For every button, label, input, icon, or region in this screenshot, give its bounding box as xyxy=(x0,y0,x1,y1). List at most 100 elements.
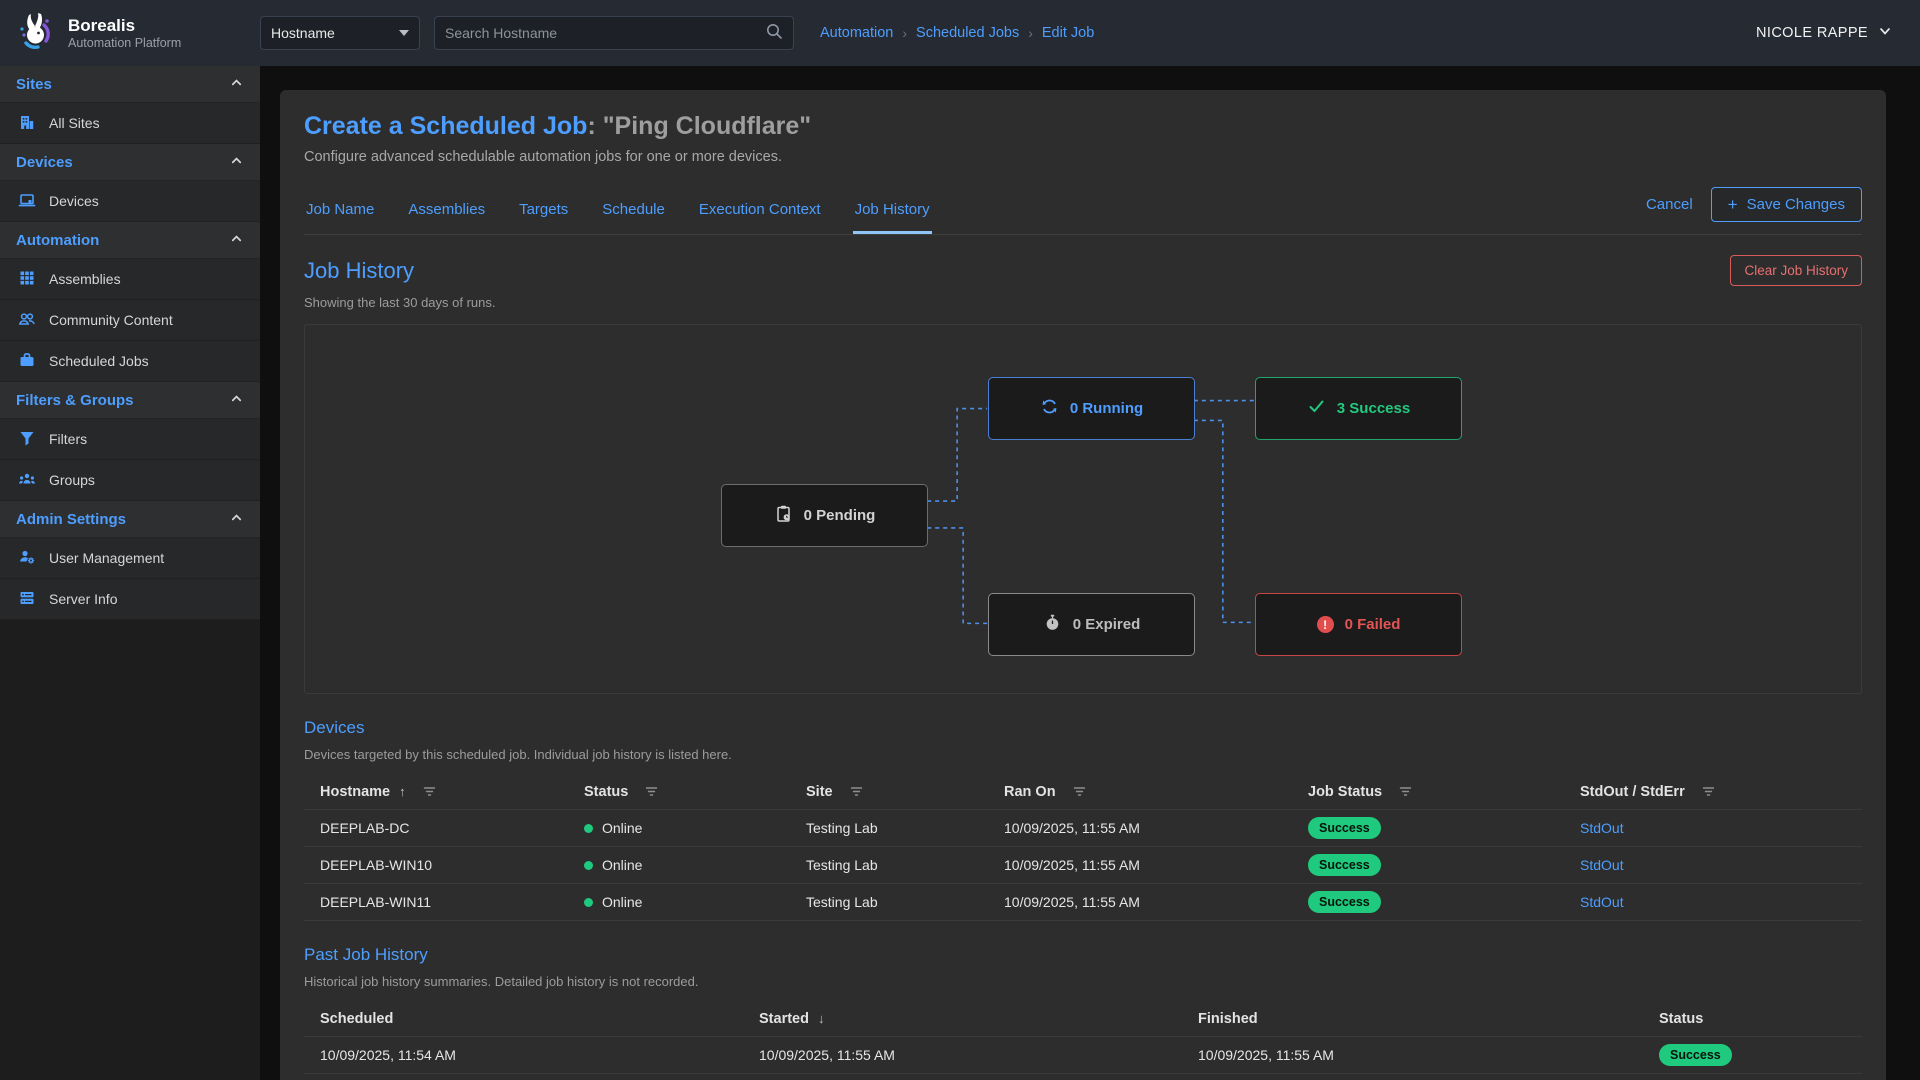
sidebar-filler xyxy=(0,620,260,1080)
job-history-subheading: Showing the last 30 days of runs. xyxy=(304,295,1862,310)
devices-col-status[interactable]: Status xyxy=(584,784,806,800)
tab-execution-context[interactable]: Execution Context xyxy=(697,195,823,234)
status-badge: Success xyxy=(1308,854,1381,876)
sidebar-item-community-content[interactable]: Community Content xyxy=(0,300,260,341)
filter-icon[interactable] xyxy=(1073,786,1086,797)
section-label: Devices xyxy=(16,154,73,171)
sidebar-item-all-sites[interactable]: All Sites xyxy=(0,103,260,144)
sidebar-section-automation[interactable]: Automation xyxy=(0,222,260,259)
stdout-link[interactable]: StdOut xyxy=(1580,894,1624,910)
sidebar-item-groups[interactable]: Groups xyxy=(0,460,260,501)
flow-node-running[interactable]: 0 Running xyxy=(988,377,1195,440)
online-dot-icon xyxy=(584,824,593,833)
main-area: Create a Scheduled Job: "Ping Cloudflare… xyxy=(260,66,1920,1080)
flow-node-label: 0 Expired xyxy=(1073,616,1141,633)
past-col-scheduled[interactable]: Scheduled xyxy=(320,1011,759,1027)
clear-job-history-button[interactable]: Clear Job History xyxy=(1730,255,1862,286)
sort-asc-icon: ↑ xyxy=(399,784,406,799)
chevron-up-icon xyxy=(229,153,244,172)
cell-status: Success xyxy=(1659,1044,1862,1066)
cell-hostname: DEEPLAB-WIN11 xyxy=(320,894,584,910)
sync-icon xyxy=(1040,397,1059,420)
past-col-started[interactable]: Started ↓ xyxy=(759,1011,1198,1027)
sidebar-item-label: Assemblies xyxy=(49,271,121,287)
stdout-link[interactable]: StdOut xyxy=(1580,820,1624,836)
section-label: Automation xyxy=(16,232,99,249)
flow-node-success[interactable]: 3 Success xyxy=(1255,377,1462,440)
plus-icon: + xyxy=(1728,196,1738,213)
cell-ran-on: 10/09/2025, 11:55 AM xyxy=(1004,857,1308,873)
tab-schedule[interactable]: Schedule xyxy=(600,195,667,234)
page-title-prefix: Create a Scheduled Job xyxy=(304,112,587,140)
flow-node-expired[interactable]: 0 Expired xyxy=(988,593,1195,656)
filter-icon[interactable] xyxy=(645,786,658,797)
devices-table-header: Hostname ↑ Status Site xyxy=(304,774,1862,810)
breadcrumb-scheduled-jobs[interactable]: Scheduled Jobs xyxy=(916,25,1019,41)
sidebar-item-label: Community Content xyxy=(49,312,173,328)
hostname-select[interactable]: Hostname xyxy=(260,16,420,50)
sidebar-item-assemblies[interactable]: Assemblies xyxy=(0,259,260,300)
sidebar-item-devices[interactable]: Devices xyxy=(0,181,260,222)
cancel-button[interactable]: Cancel xyxy=(1646,196,1693,213)
search-box xyxy=(434,16,794,50)
tab-job-name[interactable]: Job Name xyxy=(304,195,376,234)
briefcase-icon xyxy=(18,351,36,372)
user-menu[interactable]: NICOLE RAPPE xyxy=(1756,24,1892,42)
save-changes-label: Save Changes xyxy=(1747,196,1845,213)
cell-ran-on: 10/09/2025, 11:55 AM xyxy=(1004,820,1308,836)
chevron-up-icon xyxy=(229,75,244,94)
sidebar-section-filters-groups[interactable]: Filters & Groups xyxy=(0,382,260,419)
filter-icon[interactable] xyxy=(1399,786,1412,797)
tab-assemblies[interactable]: Assemblies xyxy=(406,195,487,234)
past-col-finished[interactable]: Finished xyxy=(1198,1011,1659,1027)
sidebar-item-filters[interactable]: Filters xyxy=(0,419,260,460)
devices-col-hostname[interactable]: Hostname ↑ xyxy=(320,784,584,800)
past-col-status[interactable]: Status xyxy=(1659,1011,1862,1027)
filter-icon[interactable] xyxy=(850,786,863,797)
cell-stdout: StdOut xyxy=(1580,820,1862,836)
sidebar-item-label: Filters xyxy=(49,431,87,447)
section-label: Filters & Groups xyxy=(16,392,134,409)
chevron-down-icon xyxy=(1878,24,1892,42)
job-history-heading: Job History xyxy=(304,258,414,284)
cell-job-status: Success xyxy=(1308,891,1580,913)
sidebar-section-sites[interactable]: Sites xyxy=(0,66,260,103)
tab-targets[interactable]: Targets xyxy=(517,195,570,234)
page-subtitle: Configure advanced schedulable automatio… xyxy=(304,149,1862,165)
breadcrumb-automation[interactable]: Automation xyxy=(820,25,893,41)
app-root: Borealis Automation Platform Hostname Au… xyxy=(0,0,1920,1080)
filter-icon[interactable] xyxy=(1702,786,1715,797)
devices-subheading: Devices targeted by this scheduled job. … xyxy=(304,747,1862,762)
cell-scheduled: 10/09/2025, 11:54 AM xyxy=(320,1047,759,1063)
devices-col-ran-on[interactable]: Ran On xyxy=(1004,784,1308,800)
breadcrumb-edit-job[interactable]: Edit Job xyxy=(1042,25,1094,41)
save-changes-button[interactable]: + Save Changes xyxy=(1711,187,1862,222)
sidebar-item-server-info[interactable]: Server Info xyxy=(0,579,260,620)
tab-job-history[interactable]: Job History xyxy=(853,195,932,234)
sidebar-item-scheduled-jobs[interactable]: Scheduled Jobs xyxy=(0,341,260,382)
search-input[interactable] xyxy=(445,25,765,41)
search-icon[interactable] xyxy=(765,22,783,45)
flow-node-pending[interactable]: 0 Pending xyxy=(721,484,928,547)
sidebar-section-admin-settings[interactable]: Admin Settings xyxy=(0,501,260,538)
cell-status: Online xyxy=(584,857,806,873)
people-icon xyxy=(18,310,36,331)
table-row: DEEPLAB-DC Online Testing Lab 10/09/2025… xyxy=(304,810,1862,847)
devices-col-site[interactable]: Site xyxy=(806,784,1004,800)
sidebar-section-devices[interactable]: Devices xyxy=(0,144,260,181)
chevron-up-icon xyxy=(229,231,244,250)
table-row: DEEPLAB-WIN10 Online Testing Lab 10/09/2… xyxy=(304,847,1862,884)
sidebar-item-user-management[interactable]: User Management xyxy=(0,538,260,579)
hostname-select-value: Hostname xyxy=(271,25,335,41)
stdout-link[interactable]: StdOut xyxy=(1580,857,1624,873)
filter-icon[interactable] xyxy=(423,786,436,797)
past-job-history-heading: Past Job History xyxy=(304,945,1862,965)
devices-col-stdout[interactable]: StdOut / StdErr xyxy=(1580,784,1862,800)
chevron-up-icon xyxy=(229,391,244,410)
brand-tagline: Automation Platform xyxy=(68,36,181,50)
devices-col-job-status[interactable]: Job Status xyxy=(1308,784,1580,800)
cell-started: 10/09/2025, 11:55 AM xyxy=(759,1047,1198,1063)
check-icon xyxy=(1307,397,1326,420)
sidebar-item-label: Server Info xyxy=(49,591,117,607)
flow-node-failed[interactable]: ! 0 Failed xyxy=(1255,593,1462,656)
